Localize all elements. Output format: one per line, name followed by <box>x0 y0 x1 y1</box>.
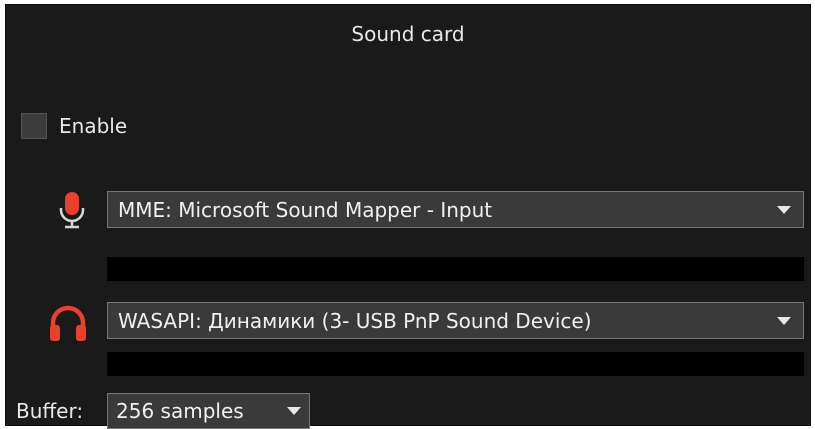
output-device-select[interactable]: WASAPI: Динамики (3- USB PnP Sound Devic… <box>107 302 804 339</box>
chevron-down-icon <box>777 205 791 214</box>
enable-row[interactable]: Enable <box>21 111 127 141</box>
panel-title: Sound card <box>351 22 465 46</box>
microphone-icon <box>59 192 85 229</box>
buffer-label: Buffer: <box>16 399 84 423</box>
enable-checkbox[interactable] <box>21 113 47 139</box>
output-device-value: WASAPI: Динамики (3- USB PnP Sound Devic… <box>118 308 592 333</box>
input-device-select[interactable]: MME: Microsoft Sound Mapper - Input <box>107 191 804 228</box>
chevron-down-icon <box>777 316 791 325</box>
buffer-value: 256 samples <box>116 399 244 423</box>
chevron-down-icon <box>287 407 301 415</box>
input-level-meter <box>107 257 804 281</box>
enable-label[interactable]: Enable <box>59 114 127 138</box>
output-level-meter <box>107 352 804 376</box>
headphones-icon <box>50 305 86 341</box>
input-device-value: MME: Microsoft Sound Mapper - Input <box>118 197 493 222</box>
buffer-select[interactable]: 256 samples <box>107 393 310 429</box>
sound-card-panel: Sound card Enable MME: Microsoft Sound M… <box>5 4 811 429</box>
